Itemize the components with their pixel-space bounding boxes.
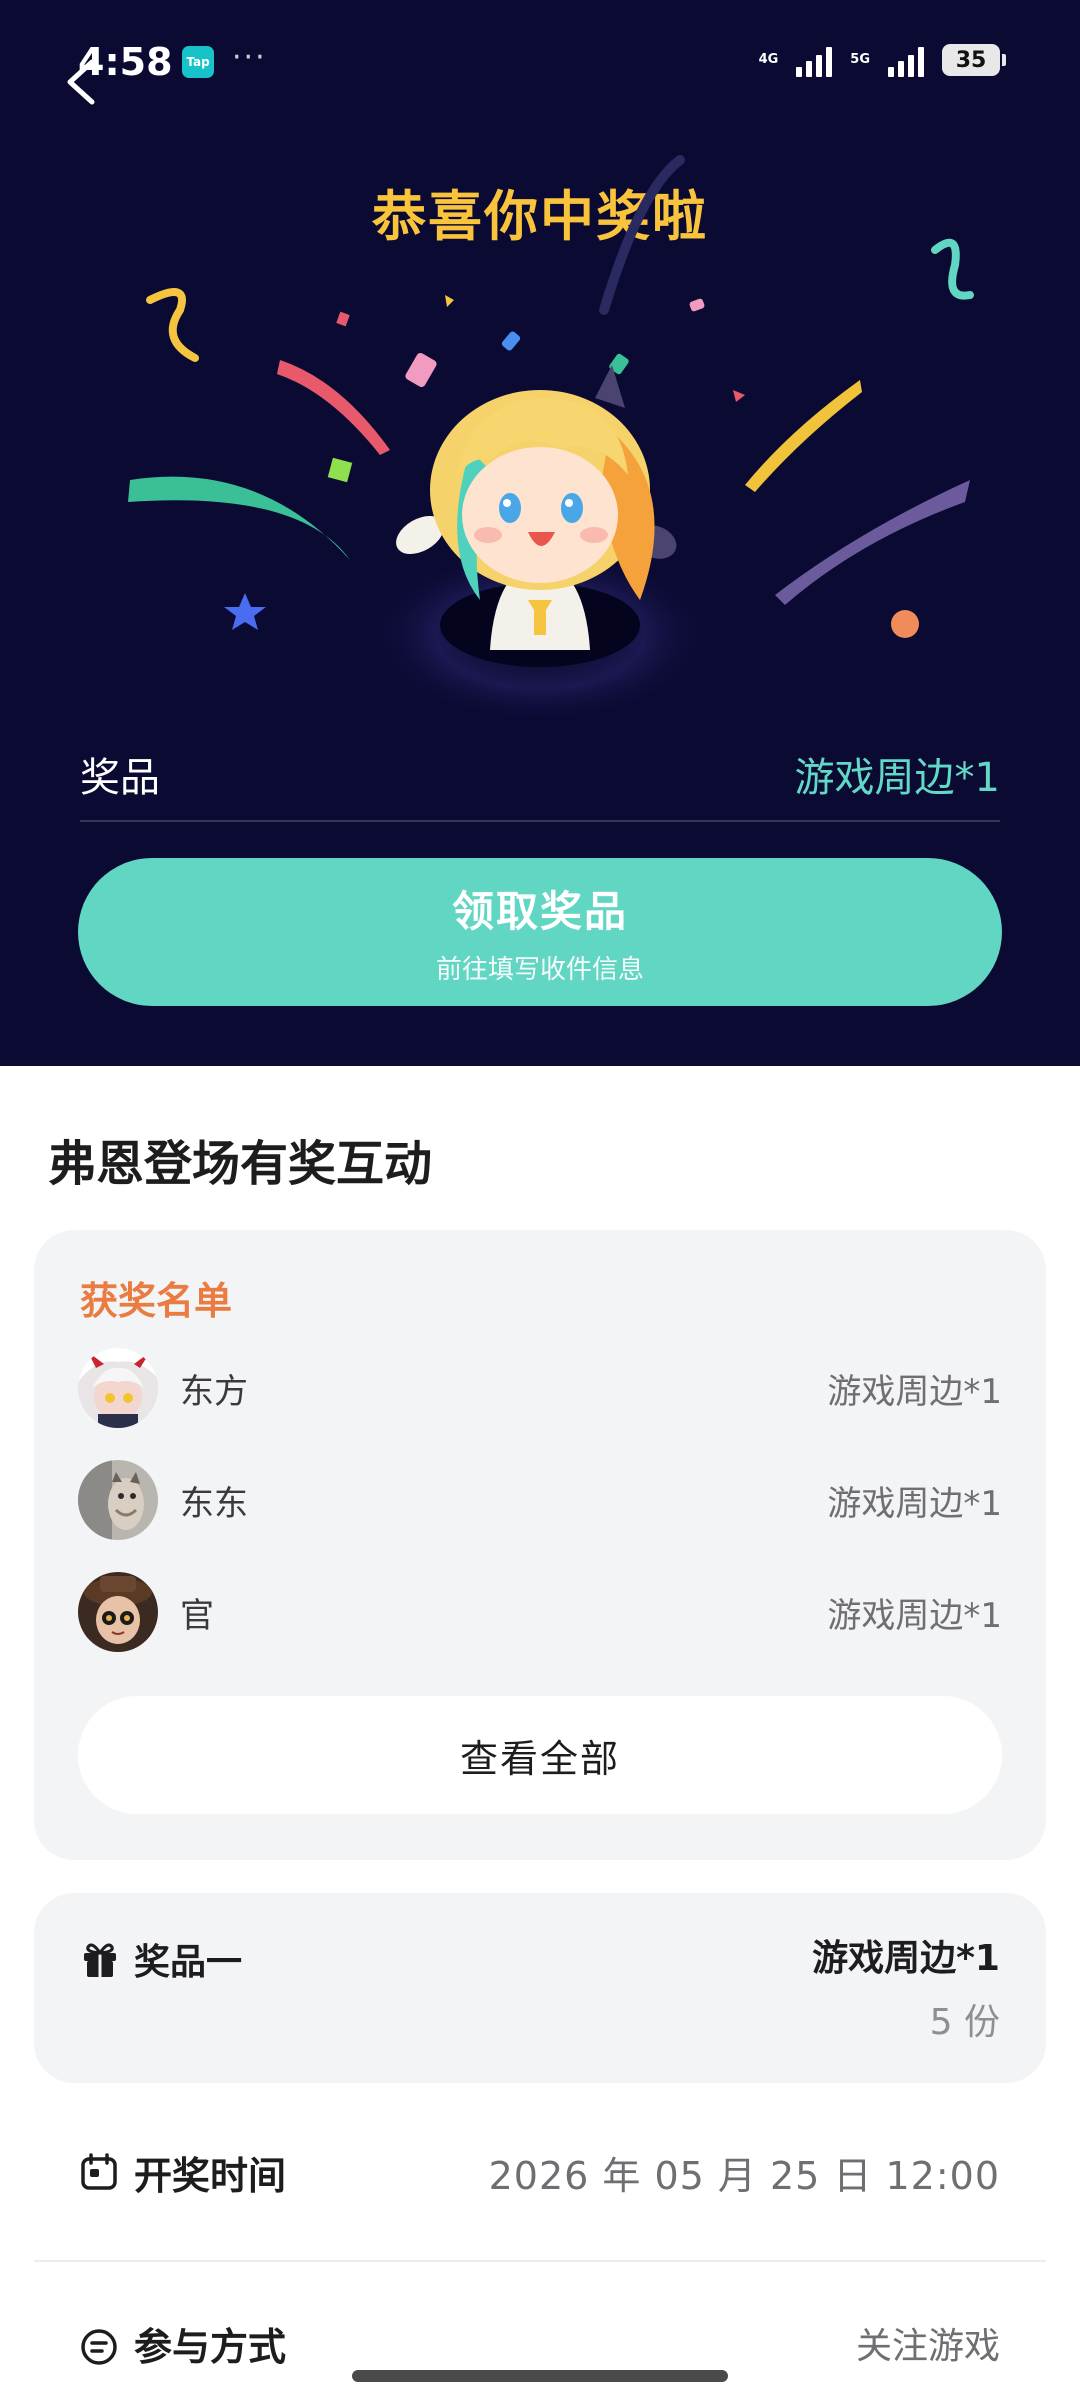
claim-prize-title: 领取奖品 [451, 887, 628, 936]
winner-prize: 游戏周边*1 [827, 1595, 1002, 1636]
prize-banner: 4:58 Tap ··· 4G 5G 35 恭喜你中奖啦 奖品 游戏周边*1 领… [0, 0, 1080, 1066]
signal-icon-2 [888, 43, 924, 77]
participation-header: 参与方式 [80, 2318, 286, 2368]
confetti-mascot-illustration [128, 155, 974, 725]
signal-icon-1 [796, 43, 833, 77]
prize-info-card: 奖品一 游戏周边*1 5 份 [34, 1893, 1046, 2083]
battery-icon: 35 [942, 44, 1006, 76]
participation-label: 参与方式 [134, 2325, 287, 2368]
prize-row: 奖品 游戏周边*1 [80, 728, 1000, 822]
winner-row: 官 游戏周边*1 [78, 1570, 1002, 1654]
prize-label: 奖品 [80, 755, 160, 801]
view-all-button[interactable]: 查看全部 [78, 1696, 1002, 1814]
prize-info-header: 奖品一 [80, 1933, 242, 1985]
draw-time-label: 开奖时间 [134, 2153, 287, 2198]
claim-prize-subtitle: 前往填写收件信息 [435, 955, 644, 985]
participation-row: 参与方式 关注游戏 [80, 2318, 1000, 2368]
activity-title: 弗恩登场有奖互动 [48, 1136, 433, 1192]
battery-level: 35 [955, 47, 987, 73]
draw-time-row: 开奖时间 2026 年 05 月 25 日 12:00 [80, 2140, 1000, 2204]
prize-count: 5 份 [929, 2002, 1000, 2043]
winner-name: 东方 [180, 1371, 248, 1412]
home-indicator[interactable] [352, 2370, 728, 2382]
chevron-left-icon [67, 59, 95, 105]
draw-time-value: 2026 年 05 月 25 日 12:00 [488, 2153, 1000, 2198]
claim-prize-button[interactable]: 领取奖品 前往填写收件信息 [78, 858, 1002, 1006]
prize-value: 游戏周边*1 [794, 755, 1000, 801]
more-notifications-icon: ··· [232, 40, 267, 75]
winner-name: 东东 [180, 1483, 248, 1524]
participation-icon [81, 2329, 117, 2365]
gift-icon [84, 1943, 116, 1977]
status-indicators: 4G 5G 35 [758, 40, 1006, 80]
participation-value: 关注游戏 [855, 2326, 1000, 2367]
winner-row: 东东 游戏周边*1 [78, 1458, 1002, 1542]
winner-prize: 游戏周边*1 [827, 1483, 1002, 1524]
winner-prize: 游戏周边*1 [827, 1371, 1002, 1412]
divider [34, 2260, 1046, 2262]
winner-name: 官 [180, 1595, 214, 1636]
calendar-icon [81, 2153, 117, 2190]
prize-item: 游戏周边*1 [812, 1938, 1000, 1979]
status-bar: 4:58 Tap ··· 4G 5G 35 [0, 0, 1080, 120]
draw-time-header: 开奖时间 [80, 2145, 286, 2200]
winner-row: 东方 游戏周边*1 [78, 1346, 1002, 1430]
avatar [78, 1460, 158, 1540]
prize-name: 奖品一 [134, 1942, 243, 1983]
avatar [78, 1348, 158, 1428]
network-label-1: 4G [758, 52, 779, 67]
back-button[interactable] [54, 46, 114, 116]
avatar [78, 1572, 158, 1652]
tap-app-icon: Tap [182, 46, 214, 78]
network-label-2: 5G [850, 52, 870, 67]
winners-card: 获奖名单 东方 游戏周边*1 东东 游戏周边*1 官 游戏周边*1 查看全部 [34, 1230, 1046, 1860]
winners-title: 获奖名单 [80, 1279, 233, 1323]
